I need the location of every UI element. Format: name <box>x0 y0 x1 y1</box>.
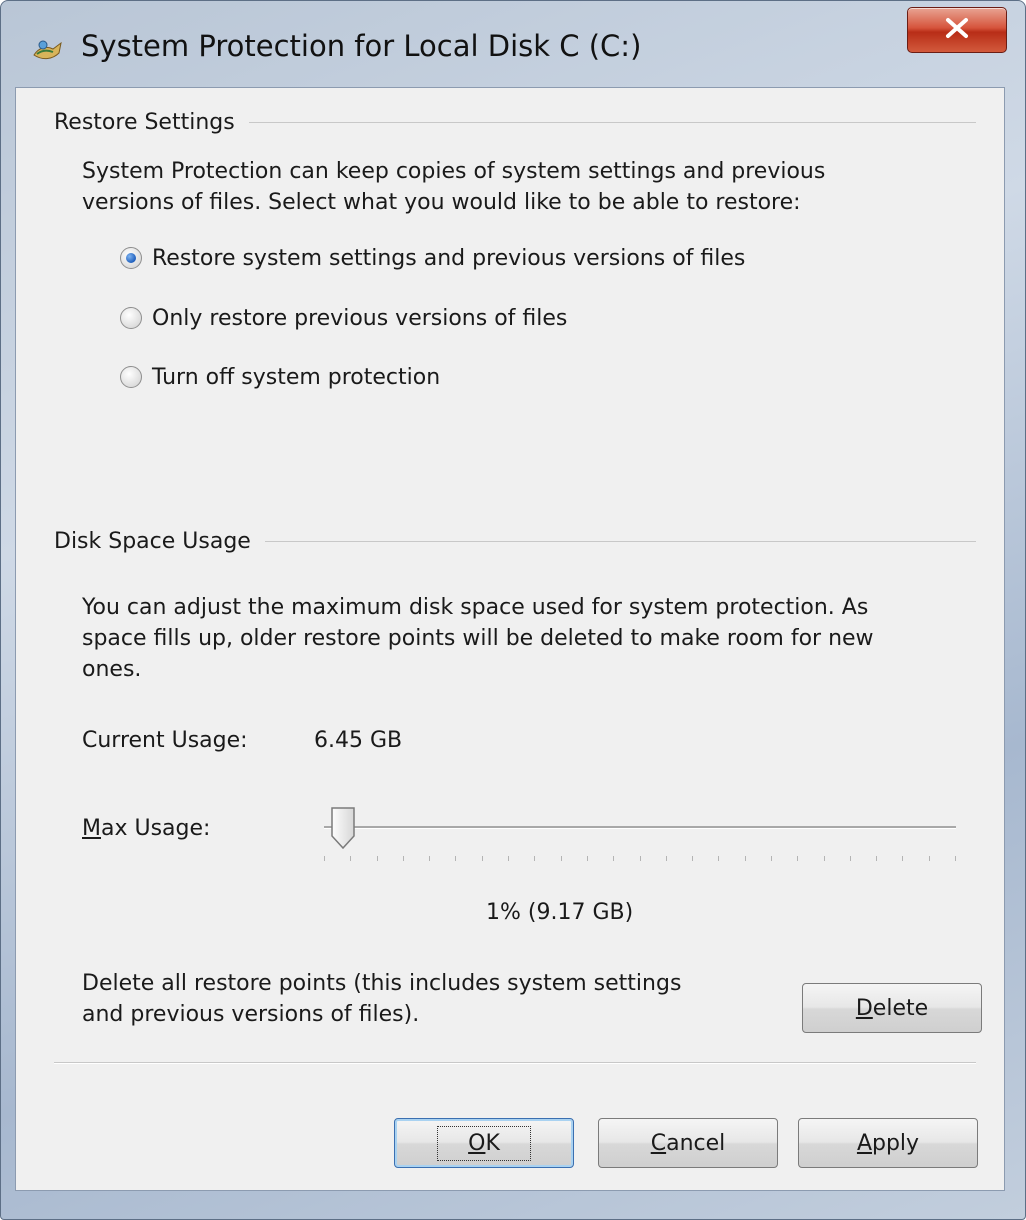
slider-tick <box>534 856 535 861</box>
slider-tick <box>797 856 798 861</box>
delete-description: Delete all restore points (this includes… <box>82 971 682 1027</box>
slider-tick <box>850 856 851 861</box>
slider-tick <box>455 856 456 861</box>
dialog-window: System Protection for Local Disk C (C:) … <box>0 0 1026 1220</box>
radio-restore-files-only[interactable]: Only restore previous versions of files <box>120 302 567 334</box>
apply-button[interactable]: Apply <box>798 1118 978 1168</box>
disk-space-usage-header: Disk Space Usage <box>54 525 976 557</box>
slider-tick <box>324 856 325 861</box>
slider-tick <box>955 856 956 861</box>
radio-restore-all[interactable]: Restore system settings and previous ver… <box>120 242 745 274</box>
slider-tick <box>640 856 641 861</box>
slider-tick <box>745 856 746 861</box>
slider-tick <box>403 856 404 861</box>
current-usage-value: 6.45 GB <box>314 728 403 753</box>
radio-button[interactable] <box>120 307 142 329</box>
restore-settings-header: Restore Settings <box>54 106 976 138</box>
window-title: System Protection for Local Disk C (C:) <box>81 29 642 63</box>
current-usage-label: Current Usage: <box>82 728 248 753</box>
slider-tick <box>377 856 378 861</box>
slider-tick <box>508 856 509 861</box>
max-usage-value: 1% (9.17 GB) <box>486 900 634 925</box>
system-protection-icon <box>31 37 65 65</box>
close-button[interactable] <box>907 7 1007 53</box>
slider-tick <box>771 856 772 861</box>
cancel-button[interactable]: Cancel <box>598 1118 778 1168</box>
slider-tick <box>876 856 877 861</box>
ok-button[interactable]: OK <box>394 1118 574 1168</box>
slider-tick <box>613 856 614 861</box>
slider-tick <box>824 856 825 861</box>
delete-button[interactable]: Delete <box>802 983 982 1033</box>
button-separator <box>54 1062 976 1064</box>
radio-button-checked[interactable] <box>120 247 142 269</box>
slider-tick <box>718 856 719 861</box>
slider-tick <box>902 856 903 861</box>
title-bar[interactable]: System Protection for Local Disk C (C:) <box>1 1 1025 91</box>
slider-tick <box>350 856 351 861</box>
radio-turn-off-protection[interactable]: Turn off system protection <box>120 361 440 393</box>
disk-space-description: You can adjust the maximum disk space us… <box>82 595 874 682</box>
slider-tick <box>429 856 430 861</box>
slider-tick <box>666 856 667 861</box>
slider-track[interactable] <box>324 826 956 829</box>
slider-tick <box>692 856 693 861</box>
slider-tick <box>929 856 930 861</box>
slider-ticks <box>324 856 956 862</box>
slider-tick <box>482 856 483 861</box>
slider-thumb[interactable] <box>330 806 356 850</box>
restore-settings-description: System Protection can keep copies of sys… <box>82 159 826 215</box>
radio-button[interactable] <box>120 366 142 388</box>
slider-tick <box>561 856 562 861</box>
slider-tick <box>587 856 588 861</box>
dialog-body: Restore Settings System Protection can k… <box>15 87 1005 1191</box>
max-usage-slider[interactable] <box>324 806 956 862</box>
close-icon <box>944 17 970 43</box>
max-usage-label: Max Usage: <box>82 816 211 841</box>
